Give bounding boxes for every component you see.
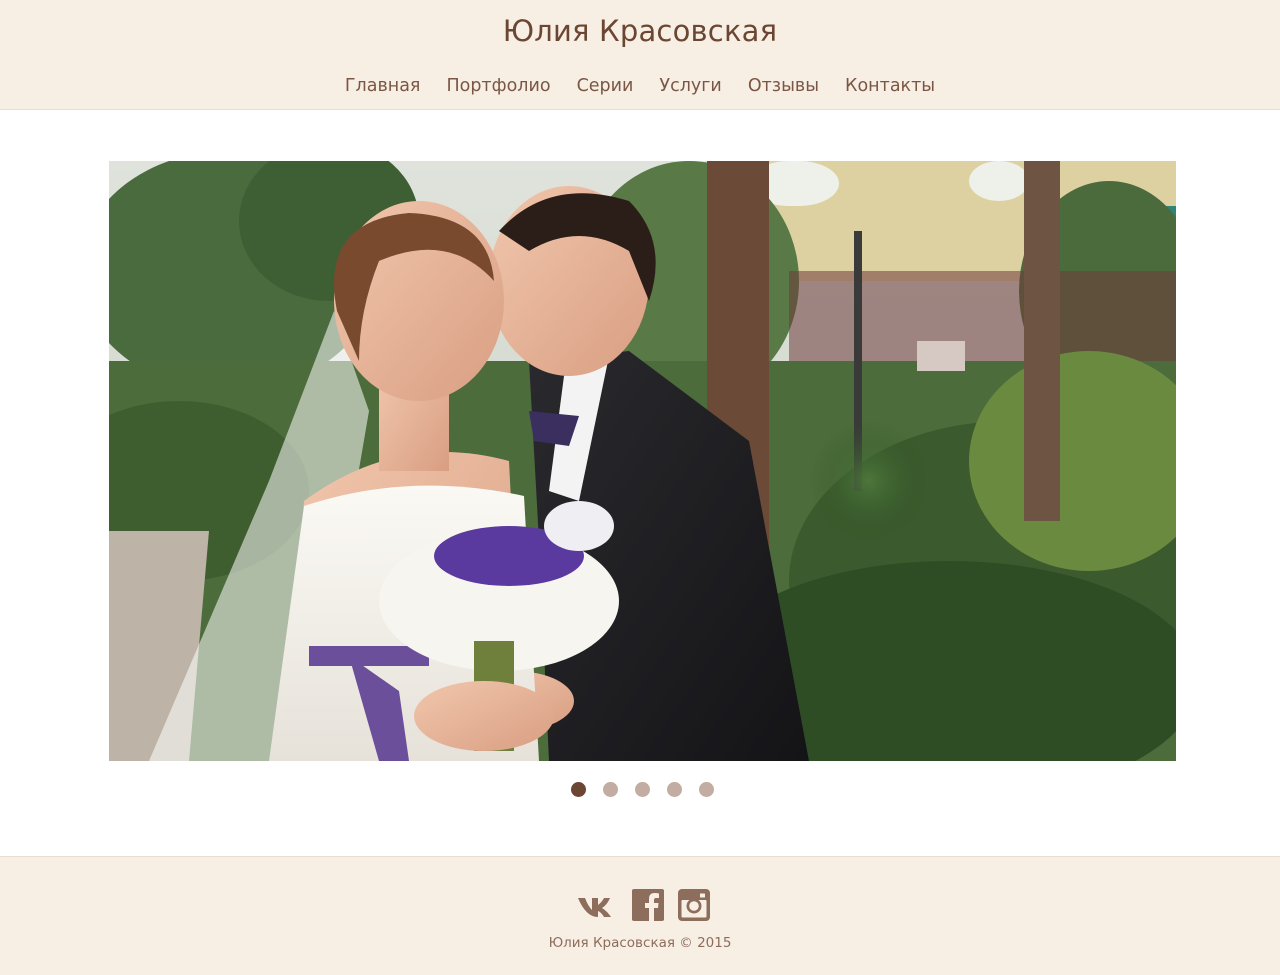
nav-item-portfolio[interactable]: Портфолио	[433, 75, 563, 97]
nav-item-contacts[interactable]: Контакты	[832, 75, 948, 97]
site-title[interactable]: Юлия Красовская	[0, 14, 1280, 48]
facebook-icon[interactable]	[631, 889, 664, 921]
photo-slider[interactable]	[109, 161, 1176, 761]
nav-item-series[interactable]: Серии	[564, 75, 647, 97]
vk-icon[interactable]	[576, 889, 618, 921]
nav-item-services[interactable]: Услуги	[646, 75, 734, 97]
instagram-icon[interactable]	[677, 889, 710, 921]
copyright-text: Юлия Красовская © 2015	[548, 935, 732, 951]
wedding-couple-photo	[109, 161, 1176, 761]
slider-dot-1[interactable]	[571, 782, 586, 797]
slider-pagination	[0, 782, 1280, 797]
main-nav: Главная Портфолио Серии Услуги Отзывы Ко…	[0, 75, 1280, 97]
slider-dot-4[interactable]	[667, 782, 682, 797]
slider-dot-2[interactable]	[603, 782, 618, 797]
nav-item-reviews[interactable]: Отзывы	[735, 75, 832, 97]
site-header: Юлия Красовская Главная Портфолио Серии …	[0, 0, 1280, 110]
social-links	[0, 889, 1280, 921]
slider-dot-3[interactable]	[635, 782, 650, 797]
slider-dot-5[interactable]	[699, 782, 714, 797]
nav-item-home[interactable]: Главная	[332, 75, 434, 97]
site-footer: Юлия Красовская © 2015	[0, 856, 1280, 975]
